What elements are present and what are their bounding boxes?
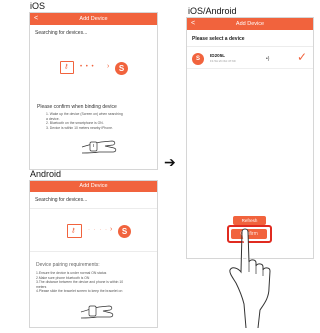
divider [30,251,157,252]
ios-instructions-title: Please confirm when binding device [37,104,117,110]
ios-title-bar: < Add Device [30,13,157,25]
android-searching-text: Searching for devices... [35,197,88,203]
phone-key-icon: ⚷ [60,61,74,74]
device-list-item[interactable]: S ID205L F1:5A:2C:6A:47:69 •) ✓ [187,49,313,69]
select-device-label: Please select a device [192,36,245,42]
s-logo-icon: S [115,62,128,75]
ios-label: iOS [30,1,46,11]
phone-key-icon: ⚷ [67,224,82,238]
instruction-line: 3. Device is within 10 meters nearby iPh… [46,125,113,130]
ios-phone-screen: < Add Device Searching for devices... ⚷ … [29,12,158,170]
android-requirements-title: Device pairing requirements: [36,262,100,268]
select-title: Add Device [235,21,265,27]
select-phone-screen: < Add Device Please select a device S ID… [186,17,314,259]
ios-title: Add Device [79,16,108,22]
watch-hand-icon [81,140,117,154]
right-arrow-icon: ➔ [164,154,176,170]
android-title-bar: Add Device [30,181,157,192]
chevron-right-icon: › [110,226,113,233]
back-button[interactable]: < [34,13,38,25]
refresh-button[interactable]: Refresh [233,216,266,225]
android-phone-screen: Add Device Searching for devices... ⚷ · … [29,180,158,328]
divider [30,208,157,209]
android-title: Add Device [79,183,108,189]
pointing-hand-icon [229,228,271,329]
ios-instructions: 1. Wake up the device (Screen on) when s… [46,112,156,130]
ios-android-label: iOS/Android [188,6,237,16]
watch-hand-icon [80,305,114,319]
s-logo-icon: S [118,225,131,238]
ellipsis-icon: • • • [80,64,95,70]
requirement-line: 4.Please slide the bracelet screen to ke… [36,289,123,294]
android-requirements: 1.Ensure the device is under normal ON s… [36,271,154,294]
s-logo-icon: S [192,53,204,65]
android-label: Android [30,169,62,179]
checkmark-icon: ✓ [296,50,307,64]
divider [187,46,313,47]
select-title-bar: < Add Device [187,18,313,30]
ellipsis-icon: · · · · [88,227,108,233]
device-name: ID205L [210,53,226,58]
chevron-right-icon: › [107,63,110,70]
signal-icon: •) [266,56,270,62]
back-button[interactable]: < [191,18,195,30]
ios-searching-text: Searching for devices... [35,30,88,36]
device-id: F1:5A:2C:6A:47:69 [210,59,236,63]
